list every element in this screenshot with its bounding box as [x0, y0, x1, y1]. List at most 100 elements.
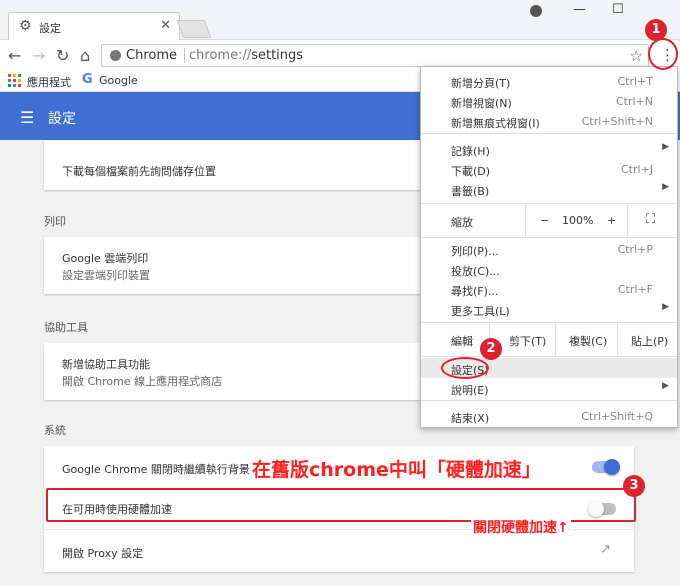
annotation-old-name: 在舊版chrome中叫「硬體加速」	[250, 455, 543, 482]
tab-close-icon[interactable]: ✕	[160, 18, 171, 33]
fullscreen-icon[interactable]: ⛶	[646, 212, 655, 227]
minimize-icon[interactable]: —	[573, 2, 586, 17]
menu-label: 投放(C)...	[451, 265, 500, 278]
url-text[interactable]: chrome://settings	[189, 48, 303, 63]
a11y-subtitle: 開啟 Chrome 線上應用程式商店	[62, 375, 223, 388]
menu-label: 下載(D)	[451, 165, 491, 178]
menu-label: 尋找(F)...	[451, 285, 499, 298]
menu-item-cast[interactable]: 投放(C)...	[421, 259, 677, 279]
page-title: 設定	[48, 111, 76, 127]
proxy-label: 開啟 Proxy 設定	[62, 547, 144, 560]
menu-separator	[421, 400, 677, 401]
menu-separator	[421, 203, 677, 204]
section-accessibility: 協助工具	[44, 321, 88, 334]
menu-label: 新增視窗(N)	[451, 97, 512, 110]
bookmark-star-icon[interactable]: ☆	[630, 47, 643, 65]
edit-divider	[617, 322, 618, 357]
zoom-divider	[525, 203, 526, 238]
submenu-arrow-icon: ▶	[662, 302, 669, 312]
apps-icon[interactable]	[8, 74, 21, 87]
edit-divider	[555, 322, 556, 357]
menu-label: 新增無痕式視窗(I)	[451, 117, 540, 130]
menu-shortcut: Ctrl+N	[615, 95, 653, 108]
menu-item-zoom: 縮放 − 100% + ⛶	[421, 203, 677, 238]
zoom-in-button[interactable]: +	[607, 214, 616, 227]
submenu-arrow-icon: ▶	[662, 182, 669, 192]
forward-arrow-icon[interactable]: →	[32, 46, 45, 65]
gear-icon: ⚙	[19, 18, 32, 34]
url-prefix: chrome://	[189, 48, 252, 63]
menu-shortcut: Ctrl+Shift+Q	[581, 410, 653, 423]
zoom-divider	[627, 203, 628, 238]
background-apps-toggle[interactable]	[592, 459, 620, 475]
google-logo-icon: G	[82, 72, 93, 87]
menu-item-incognito[interactable]: 新增無痕式視窗(I) Ctrl+Shift+N	[421, 111, 677, 131]
menu-label: 新增分頁(T)	[451, 77, 511, 90]
menu-label: 記錄(H)	[451, 145, 490, 158]
annotation-ring-settings	[441, 357, 489, 379]
url-path: settings	[251, 48, 304, 63]
toggle-knob	[604, 459, 620, 475]
bookmark-apps[interactable]: 應用程式	[27, 74, 71, 90]
download-ask-location-label[interactable]: 下載每個檔案前先詢問儲存位置	[62, 163, 216, 179]
menu-shortcut: Ctrl+P	[617, 243, 653, 256]
cloud-print-subtitle: 設定雲端列印裝置	[62, 269, 150, 282]
menu-item-downloads[interactable]: 下載(D) Ctrl+J	[421, 159, 677, 179]
new-tab-button[interactable]	[176, 20, 212, 38]
menu-label: 編輯	[451, 335, 473, 348]
menu-shortcut: Ctrl+T	[617, 75, 653, 88]
profile-avatar-icon[interactable]	[530, 5, 542, 17]
menu-item-new-window[interactable]: 新增視窗(N) Ctrl+N	[421, 91, 677, 111]
maximize-icon[interactable]: ☐	[612, 2, 624, 17]
annotation-badge-2: 2	[480, 338, 502, 360]
hamburger-menu-icon[interactable]: ☰	[20, 108, 34, 127]
a11y-title: 新增協助工具功能	[62, 358, 150, 371]
omnibox-separator	[184, 48, 185, 63]
cut-button[interactable]: 剪下(T)	[509, 333, 546, 349]
menu-label: 書籤(B)	[451, 185, 490, 198]
menu-label: 更多工具(L)	[451, 305, 510, 318]
site-chip: Chrome	[126, 48, 177, 63]
menu-separator	[421, 237, 677, 238]
back-arrow-icon[interactable]: ←	[8, 46, 21, 65]
menu-label: 縮放	[451, 216, 473, 229]
submenu-arrow-icon: ▶	[662, 381, 669, 391]
annotation-turn-off: 關閉硬體加速↑	[471, 517, 571, 537]
tab-settings[interactable]: ⚙ 設定 ✕	[8, 12, 180, 40]
cloud-print-title: Google 雲端列印	[62, 252, 149, 265]
copy-button[interactable]: 複製(C)	[569, 333, 607, 349]
menu-label: 列印(P)...	[451, 245, 499, 258]
menu-item-help[interactable]: 說明(E) ▶	[421, 378, 677, 398]
reload-icon[interactable]: ↻	[56, 46, 69, 65]
zoom-out-button[interactable]: −	[540, 214, 549, 227]
menu-shortcut: Ctrl+F	[617, 283, 653, 296]
section-print: 列印	[44, 215, 66, 228]
menu-item-new-tab[interactable]: 新增分頁(T) Ctrl+T	[421, 71, 677, 91]
external-link-icon: ↗	[600, 542, 611, 557]
menu-item-print[interactable]: 列印(P)... Ctrl+P	[421, 239, 677, 259]
section-system: 系統	[44, 424, 66, 437]
zoom-level: 100%	[562, 214, 594, 227]
menu-item-find[interactable]: 尋找(F)... Ctrl+F	[421, 279, 677, 299]
paste-button[interactable]: 貼上(P)	[631, 333, 668, 349]
bookmark-google[interactable]: Google	[99, 74, 138, 87]
menu-label: 結束(X)	[451, 412, 490, 425]
menu-item-edit: 編輯 剪下(T) 複製(C) 貼上(P)	[421, 322, 677, 357]
menu-shortcut: Ctrl+J	[620, 163, 653, 176]
address-bar[interactable]: Chrome chrome://settings ☆	[101, 44, 649, 67]
home-icon[interactable]: ⌂	[80, 46, 90, 65]
chrome-logo-icon	[110, 50, 121, 61]
annotation-badge-1: 1	[645, 19, 667, 41]
menu-label: 說明(E)	[451, 384, 489, 397]
menu-item-exit[interactable]: 結束(X) Ctrl+Shift+Q	[421, 406, 677, 426]
menu-item-bookmarks[interactable]: 書籤(B) ▶	[421, 179, 677, 199]
submenu-arrow-icon: ▶	[662, 142, 669, 152]
menu-shortcut: Ctrl+Shift+N	[581, 115, 653, 128]
menu-separator	[421, 322, 677, 323]
menu-item-more-tools[interactable]: 更多工具(L) ▶	[421, 299, 677, 319]
tab-strip: ⚙ 設定 ✕ — ☐	[0, 0, 680, 40]
menu-item-history[interactable]: 記錄(H) ▶	[421, 139, 677, 159]
annotation-ring-menu	[648, 38, 678, 70]
menu-separator	[421, 133, 677, 134]
annotation-badge-3: 3	[623, 475, 645, 497]
